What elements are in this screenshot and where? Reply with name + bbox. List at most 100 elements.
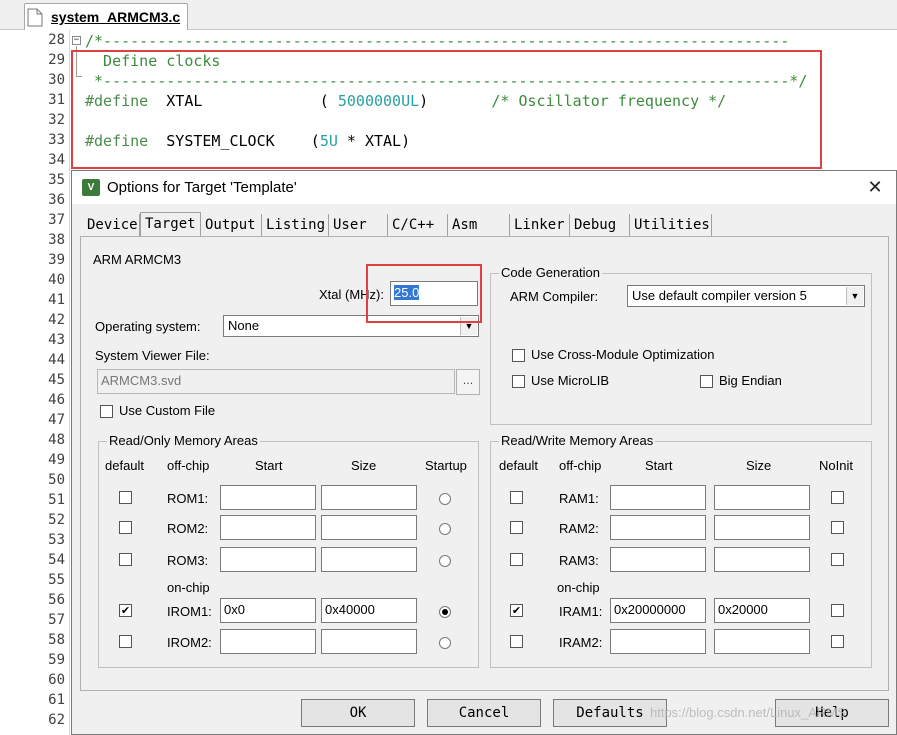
line-number: 52 xyxy=(48,512,65,528)
ro-header-startup: Startup xyxy=(425,458,467,473)
noinit-checkbox[interactable] xyxy=(831,521,844,534)
rw-size-input[interactable] xyxy=(714,629,810,654)
rw-start-input[interactable] xyxy=(610,485,706,510)
rw-size-input[interactable]: 0x20000 xyxy=(714,598,810,623)
line-number: 29 xyxy=(48,52,65,68)
ro-size-input[interactable] xyxy=(321,515,417,540)
rw-size-input[interactable] xyxy=(714,485,810,510)
ro-default-checkbox[interactable] xyxy=(119,521,132,534)
line-number: 31 xyxy=(48,92,65,108)
startup-radio[interactable] xyxy=(439,606,451,618)
ro-size-input[interactable]: 0x40000 xyxy=(321,598,417,623)
rw-header-offchip: off-chip xyxy=(559,458,602,473)
tab-device[interactable]: Device xyxy=(83,214,140,236)
line-number: 44 xyxy=(48,352,65,368)
line-number: 60 xyxy=(48,672,65,688)
tab-user[interactable]: User xyxy=(329,214,388,236)
file-tab[interactable]: system_ARMCM3.c xyxy=(24,3,188,30)
rw-region-name: RAM3: xyxy=(559,553,599,568)
ok-button[interactable]: OK xyxy=(301,699,415,727)
ro-start-input[interactable] xyxy=(220,485,316,510)
startup-radio[interactable] xyxy=(439,555,451,567)
editor-tabbar: system_ARMCM3.c xyxy=(0,0,897,30)
os-label: Operating system: xyxy=(95,319,201,334)
close-icon[interactable]: ✕ xyxy=(862,175,888,201)
startup-radio[interactable] xyxy=(439,493,451,505)
rw-start-input[interactable] xyxy=(610,515,706,540)
line-number: 45 xyxy=(48,372,65,388)
ro-size-input[interactable] xyxy=(321,547,417,572)
big-endian-checkbox[interactable] xyxy=(700,375,713,388)
line-number: 36 xyxy=(48,192,65,208)
tab-listing[interactable]: Listing xyxy=(262,214,329,236)
rw-start-input[interactable] xyxy=(610,629,706,654)
line-number: 38 xyxy=(48,232,65,248)
svd-value: ARMCM3.svd xyxy=(101,373,182,388)
options-dialog: V Options for Target 'Template' ✕ Device… xyxy=(71,170,897,735)
line-number: 39 xyxy=(48,252,65,268)
line-number: 53 xyxy=(48,532,65,548)
line-number: 61 xyxy=(48,692,65,708)
noinit-checkbox[interactable] xyxy=(831,491,844,504)
ro-start-input[interactable] xyxy=(220,547,316,572)
rw-header-default: default xyxy=(499,458,539,473)
rw-size-input[interactable] xyxy=(714,547,810,572)
ro-default-checkbox[interactable] xyxy=(119,553,132,566)
rw-header-start: Start xyxy=(645,458,673,473)
rw-default-checkbox[interactable] xyxy=(510,491,523,504)
tab-linker[interactable]: Linker xyxy=(510,214,570,236)
line-number: 32 xyxy=(48,112,65,128)
tab-c-cpp[interactable]: C/C++ xyxy=(388,214,448,236)
cross-module-label: Use Cross-Module Optimization xyxy=(531,347,715,362)
read-only-memory-group: Read/Only Memory Areas default off-chip … xyxy=(98,433,479,668)
line-number: 51 xyxy=(48,492,65,508)
cross-module-checkbox[interactable] xyxy=(512,349,525,362)
rw-start-input[interactable] xyxy=(610,547,706,572)
dialog-titlebar[interactable]: V Options for Target 'Template' ✕ xyxy=(72,171,896,204)
tab-debug[interactable]: Debug xyxy=(570,214,630,236)
line-number: 57 xyxy=(48,612,65,628)
ro-default-checkbox[interactable] xyxy=(119,491,132,504)
ro-start-input[interactable]: 0x0 xyxy=(220,598,316,623)
tab-asm[interactable]: Asm xyxy=(448,214,510,236)
code-line-28: /*--------------------------------------… xyxy=(85,32,790,50)
tab-output[interactable]: Output xyxy=(201,214,262,236)
ro-start-input[interactable] xyxy=(220,629,316,654)
rw-default-checkbox[interactable] xyxy=(510,521,523,534)
use-custom-file-checkbox[interactable] xyxy=(100,405,113,418)
line-number: 34 xyxy=(48,152,65,168)
svd-label: System Viewer File: xyxy=(95,348,210,363)
noinit-checkbox[interactable] xyxy=(831,604,844,617)
microlib-label: Use MicroLIB xyxy=(531,373,610,388)
noinit-checkbox[interactable] xyxy=(831,635,844,648)
ro-size-input[interactable] xyxy=(321,629,417,654)
ro-header-start: Start xyxy=(255,458,283,473)
ro-default-checkbox[interactable]: ✔ xyxy=(119,604,132,617)
rw-default-checkbox[interactable] xyxy=(510,553,523,566)
rw-default-checkbox[interactable] xyxy=(510,635,523,648)
arm-compiler-label: ARM Compiler: xyxy=(510,289,599,304)
rw-size-input[interactable] xyxy=(714,515,810,540)
ro-region-name: IROM1: xyxy=(167,604,212,619)
line-number: 54 xyxy=(48,552,65,568)
startup-radio[interactable] xyxy=(439,637,451,649)
compiler-select[interactable]: Use default compiler version 5 ▼ xyxy=(627,285,865,307)
cancel-button[interactable]: Cancel xyxy=(427,699,541,727)
line-number: 41 xyxy=(48,292,65,308)
noinit-checkbox[interactable] xyxy=(831,553,844,566)
rw-default-checkbox[interactable]: ✔ xyxy=(510,604,523,617)
line-number: 30 xyxy=(48,72,65,88)
ro-default-checkbox[interactable] xyxy=(119,635,132,648)
microlib-checkbox[interactable] xyxy=(512,375,525,388)
tab-target[interactable]: Target xyxy=(140,212,201,237)
ro-header-offchip: off-chip xyxy=(167,458,210,473)
browse-button[interactable]: ... xyxy=(456,369,480,395)
rw-start-input[interactable]: 0x20000000 xyxy=(610,598,706,623)
tab-utilities[interactable]: Utilities xyxy=(630,214,712,236)
ro-memory-title: Read/Only Memory Areas xyxy=(107,433,260,448)
ro-start-input[interactable] xyxy=(220,515,316,540)
line-number: 62 xyxy=(48,712,65,728)
fold-toggle-icon[interactable]: − xyxy=(72,36,81,45)
ro-size-input[interactable] xyxy=(321,485,417,510)
startup-radio[interactable] xyxy=(439,523,451,535)
